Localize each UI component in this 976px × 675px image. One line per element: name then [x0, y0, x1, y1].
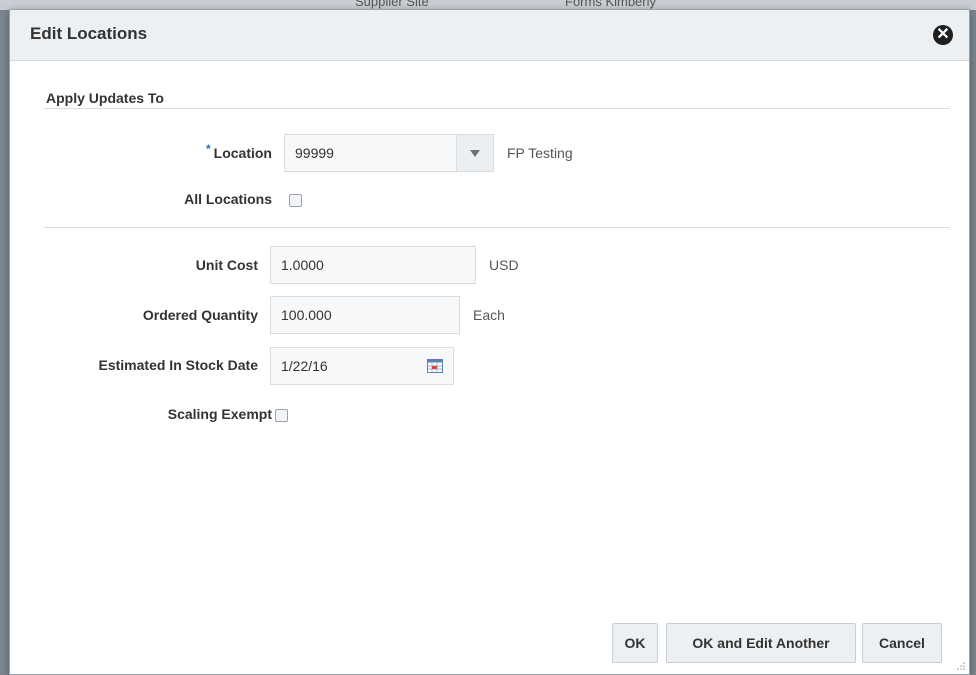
ordered-quantity-label: Ordered Quantity [142, 307, 258, 323]
dialog-header: Edit Locations ✕ [10, 10, 969, 61]
location-dropdown-button[interactable] [456, 134, 494, 172]
ordered-quantity-unit: Each [473, 307, 505, 323]
estimated-in-stock-date-value: 1/22/16 [281, 358, 328, 374]
section-divider [44, 108, 950, 109]
background-text-other: Forms Kimberly [565, 0, 657, 9]
unit-cost-currency: USD [489, 257, 519, 273]
close-icon[interactable]: ✕ [933, 25, 953, 45]
location-description: FP Testing [507, 145, 573, 161]
ok-and-edit-another-button[interactable]: OK and Edit Another [666, 623, 856, 663]
section-title-apply-updates-to: Apply Updates To [46, 90, 164, 106]
fields-divider [44, 227, 950, 228]
unit-cost-input[interactable]: 1.0000 [270, 246, 476, 284]
ok-button[interactable]: OK [612, 623, 658, 663]
estimated-in-stock-date-label: Estimated In Stock Date [98, 357, 259, 373]
location-label-text: Location [213, 145, 272, 161]
calendar-icon[interactable] [427, 359, 443, 373]
resize-grip-icon[interactable] [955, 660, 965, 670]
chevron-down-icon [470, 149, 480, 157]
estimated-in-stock-date-input[interactable]: 1/22/16 [270, 347, 454, 385]
background-text-supplier-site: Supplier Site [355, 0, 429, 9]
all-locations-label: All Locations [184, 191, 272, 207]
required-marker: * [205, 142, 211, 156]
scaling-exempt-label: Scaling Exempt [167, 406, 272, 422]
scaling-exempt-checkbox[interactable] [275, 409, 288, 422]
edit-locations-dialog: Edit Locations ✕ Apply Updates To * Locat… [9, 9, 970, 675]
all-locations-checkbox[interactable] [289, 194, 302, 207]
location-input[interactable]: 99999 [284, 134, 457, 172]
unit-cost-label: Unit Cost [195, 257, 258, 273]
cancel-button[interactable]: Cancel [862, 623, 942, 663]
ordered-quantity-input[interactable]: 100.000 [270, 296, 460, 334]
location-label: * Location [205, 142, 272, 161]
dialog-title: Edit Locations [30, 24, 148, 43]
